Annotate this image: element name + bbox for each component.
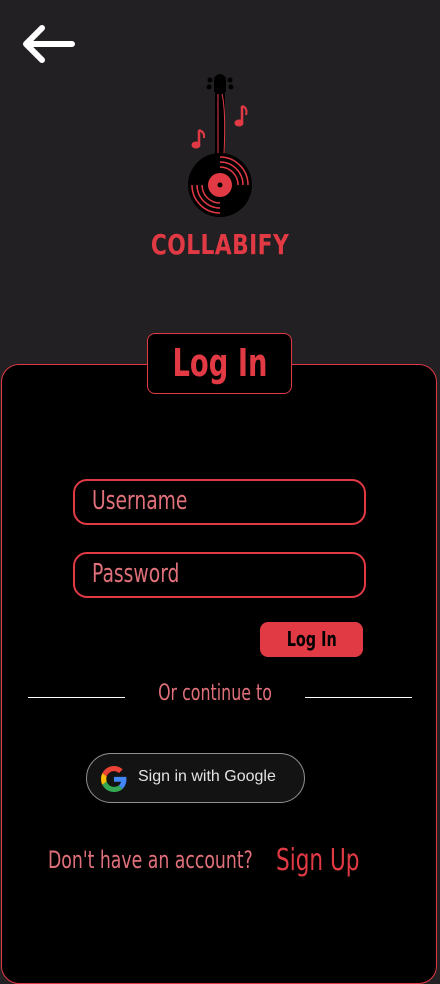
divider-left <box>28 697 125 698</box>
login-title-box: Log In <box>147 333 292 394</box>
google-signin-label: Sign in with Google <box>138 768 276 785</box>
divider-text: Or continue to <box>158 681 272 706</box>
app-logo <box>180 70 260 220</box>
signup-link[interactable]: Sign Up <box>276 843 360 878</box>
login-button[interactable]: Log In <box>260 622 363 657</box>
username-placeholder: Username <box>92 486 188 516</box>
login-title: Log In <box>171 341 267 385</box>
password-placeholder: Password <box>92 559 180 589</box>
login-card <box>1 364 437 984</box>
back-button[interactable] <box>18 22 76 66</box>
login-button-label: Log In <box>286 627 337 651</box>
arrow-left-icon <box>23 25 75 63</box>
google-signin-button[interactable]: Sign in with Google <box>86 753 305 803</box>
divider-right <box>305 697 412 698</box>
password-input[interactable]: Password <box>73 552 366 598</box>
brand-name: COLLABIFY <box>150 228 290 261</box>
google-icon <box>101 766 127 792</box>
username-input[interactable]: Username <box>73 479 366 525</box>
no-account-text: Don't have an account? <box>48 846 253 874</box>
